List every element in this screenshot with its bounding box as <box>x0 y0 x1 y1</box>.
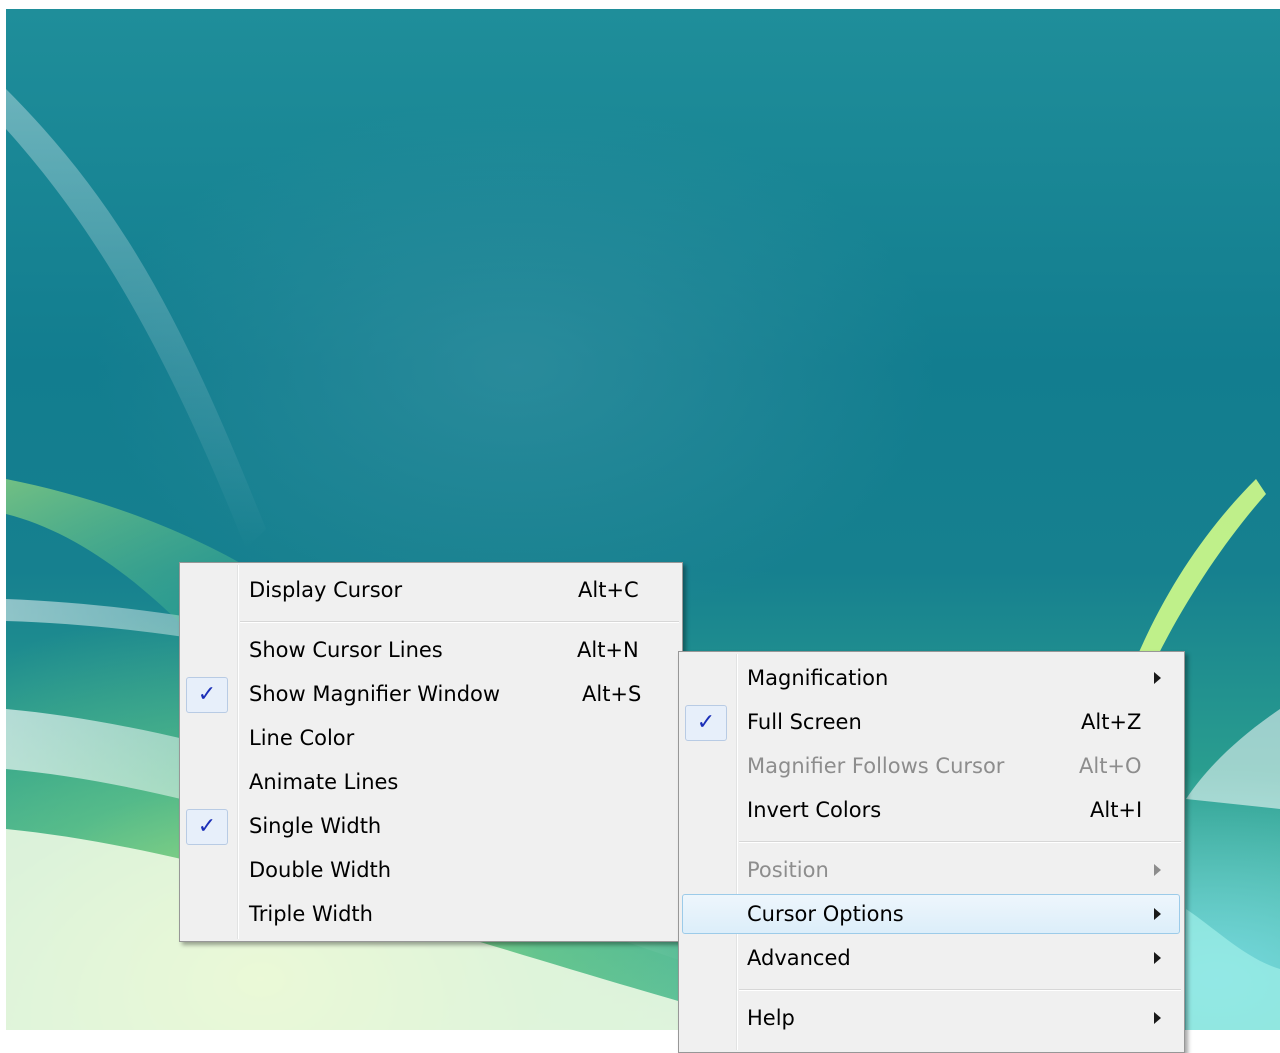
menu-item-triple-width[interactable]: Triple Width <box>180 894 682 934</box>
menu-item-single-width[interactable]: ✓ Single Width <box>180 806 682 846</box>
menu-item-double-width[interactable]: Double Width <box>180 850 682 890</box>
menu-item-invert-colors[interactable]: Invert Colors Alt+I <box>679 790 1184 830</box>
menu-item-shortcut: Alt+O <box>1079 754 1142 778</box>
menu-item-line-color[interactable]: Line Color <box>180 718 682 758</box>
submenu-arrow-icon <box>1154 672 1161 684</box>
menu-item-label: Magnifier Follows Cursor <box>747 754 1005 778</box>
menu-item-display-cursor[interactable]: Display Cursor Alt+C <box>180 570 682 610</box>
menu-separator <box>739 989 1181 991</box>
menu-item-cursor-options[interactable]: Cursor Options <box>679 894 1184 934</box>
menu-item-label: Invert Colors <box>747 798 882 822</box>
menu-item-label: Advanced <box>747 946 851 970</box>
menu-separator <box>739 841 1181 843</box>
menu-item-label: Line Color <box>249 726 355 750</box>
checkmark-icon: ✓ <box>186 809 228 845</box>
menu-item-label: Full Screen <box>747 710 862 734</box>
menu-item-animate-lines[interactable]: Animate Lines <box>180 762 682 802</box>
cursor-options-submenu: Display Cursor Alt+C Show Cursor Lines A… <box>179 562 683 942</box>
menu-separator <box>240 621 679 623</box>
menu-item-label: Single Width <box>249 814 382 838</box>
menu-item-shortcut: Alt+Z <box>1081 710 1142 734</box>
menu-item-label: Display Cursor <box>249 578 403 602</box>
menu-item-show-magnifier-window[interactable]: ✓ Show Magnifier Window Alt+S <box>180 674 682 714</box>
menu-item-position[interactable]: Position <box>679 850 1184 890</box>
checkmark-icon: ✓ <box>186 677 228 713</box>
menu-item-label: Help <box>747 1006 795 1030</box>
submenu-arrow-icon <box>1154 1012 1161 1024</box>
menu-item-show-cursor-lines[interactable]: Show Cursor Lines Alt+N <box>180 630 682 670</box>
menu-item-label: Position <box>747 858 829 882</box>
submenu-arrow-icon <box>1154 864 1161 876</box>
menu-item-label: Show Cursor Lines <box>249 638 443 662</box>
menu-item-shortcut: Alt+S <box>582 682 642 706</box>
menu-item-label: Triple Width <box>249 902 373 926</box>
menu-item-advanced[interactable]: Advanced <box>679 938 1184 978</box>
magnifier-context-menu: Magnification ✓ Full Screen Alt+Z Magnif… <box>678 651 1185 1053</box>
menu-item-magnifier-follows-cursor[interactable]: Magnifier Follows Cursor Alt+O <box>679 746 1184 786</box>
menu-item-shortcut: Alt+N <box>577 638 639 662</box>
menu-item-label: Animate Lines <box>249 770 399 794</box>
menu-item-label: Cursor Options <box>747 902 904 926</box>
submenu-arrow-icon <box>1154 952 1161 964</box>
menu-item-label: Magnification <box>747 666 889 690</box>
menu-item-shortcut: Alt+C <box>578 578 639 602</box>
menu-item-label: Show Magnifier Window <box>249 682 501 706</box>
menu-item-label: Double Width <box>249 858 392 882</box>
menu-item-help[interactable]: Help <box>679 998 1184 1038</box>
checkmark-icon: ✓ <box>685 705 727 741</box>
submenu-arrow-icon <box>1154 908 1161 920</box>
menu-item-magnification[interactable]: Magnification <box>679 658 1184 698</box>
menu-item-shortcut: Alt+I <box>1090 798 1143 822</box>
menu-item-full-screen[interactable]: ✓ Full Screen Alt+Z <box>679 702 1184 742</box>
